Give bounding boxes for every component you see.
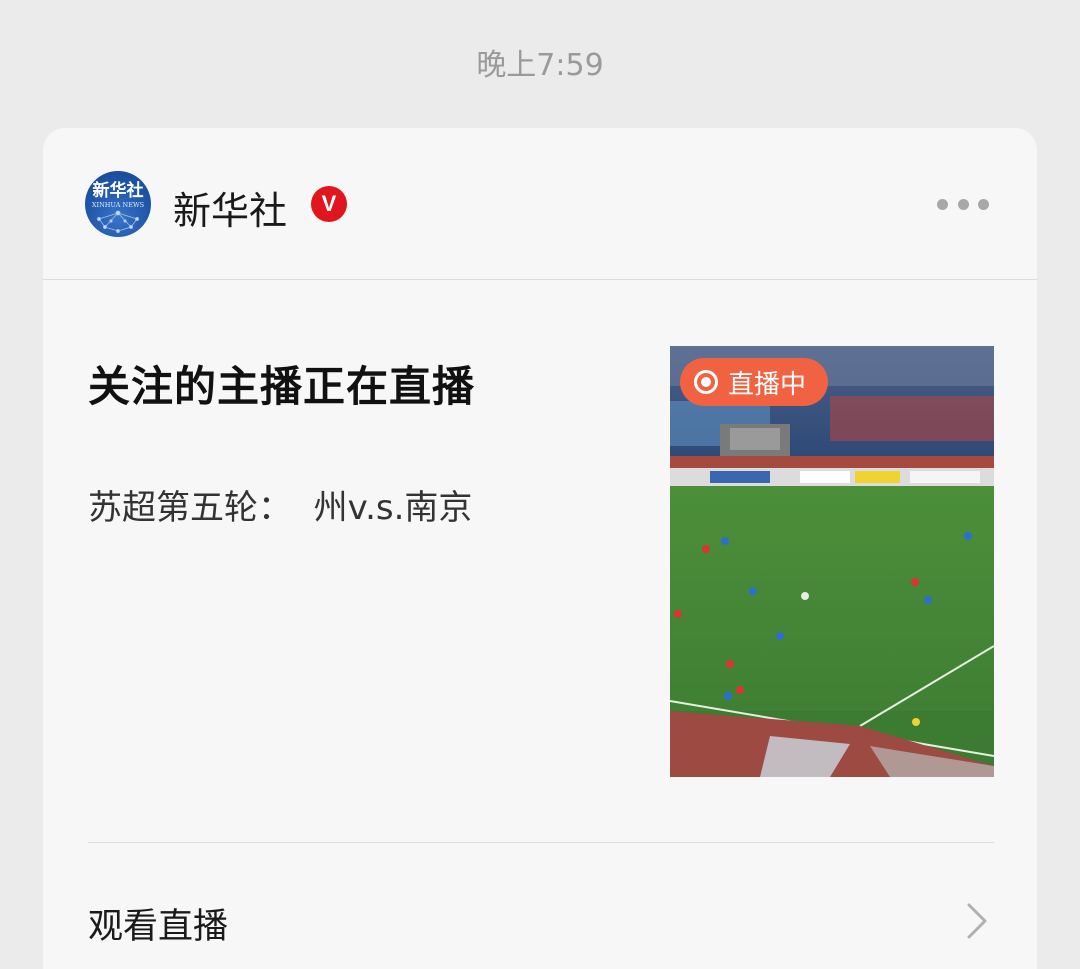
page: 晚上7:59 新华社 XINHUA NEWS 新华社 V 关注的主播正在直播 苏… (0, 0, 1080, 969)
verified-badge-icon: V (311, 186, 347, 222)
more-icon (957, 198, 969, 210)
card-header: 新华社 XINHUA NEWS 新华社 V (43, 128, 1037, 280)
watch-live-label: 观看直播 (88, 907, 229, 947)
watch-live-button[interactable]: 观看直播 (43, 843, 1037, 969)
chevron-right-icon (967, 903, 987, 939)
live-badge-label: 直播中 (728, 369, 807, 400)
more-icon (978, 198, 989, 210)
more-icon (937, 198, 948, 210)
more-options-button[interactable] (937, 192, 989, 216)
soccer-field-image (670, 346, 994, 777)
card-subtitle: 苏超第五轮： 州v.s.南京 (88, 488, 473, 528)
card-headline: 关注的主播正在直播 (88, 362, 476, 411)
live-stream-thumbnail[interactable]: 直播中 (670, 346, 994, 777)
account-name[interactable]: 新华社 (173, 180, 287, 235)
avatar[interactable]: 新华社 XINHUA NEWS (85, 171, 151, 237)
live-badge: 直播中 (680, 358, 829, 406)
message-timestamp: 晚上7:59 (476, 48, 604, 83)
avatar-logo-subtext: XINHUA NEWS (92, 201, 144, 209)
avatar-logo-text: 新华社 (93, 180, 144, 201)
live-record-icon (694, 370, 718, 394)
live-notification-card[interactable]: 新华社 XINHUA NEWS 新华社 V 关注的主播正在直播 苏超第五轮： 州… (43, 128, 1037, 969)
xinhua-logo-icon: 新华社 XINHUA NEWS (92, 180, 144, 234)
